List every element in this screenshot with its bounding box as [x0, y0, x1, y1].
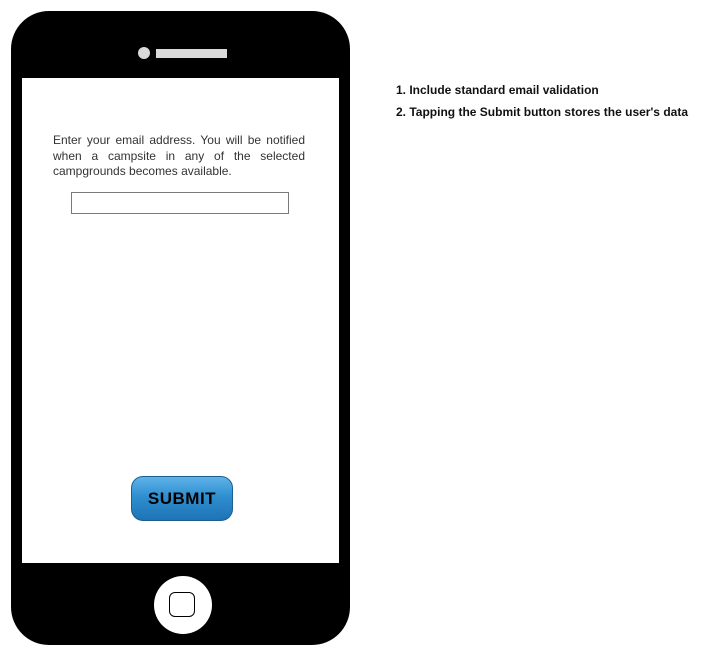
note-submit-stores-data: 2. Tapping the Submit button stores the … [396, 105, 688, 119]
email-instructions-text: Enter your email address. You will be no… [53, 133, 305, 178]
annotation-notes: 1. Include standard email validation 2. … [396, 83, 688, 127]
camera-dot-icon [138, 47, 150, 59]
phone-screen: Enter your email address. You will be no… [22, 78, 339, 563]
home-button[interactable] [154, 576, 212, 634]
speaker-icon [156, 49, 227, 58]
submit-button[interactable]: SUBMIT [131, 476, 233, 521]
note-email-validation: 1. Include standard email validation [396, 83, 599, 97]
home-square-icon [169, 592, 195, 617]
phone-mockup: Enter your email address. You will be no… [11, 11, 350, 645]
email-input[interactable] [71, 192, 289, 214]
